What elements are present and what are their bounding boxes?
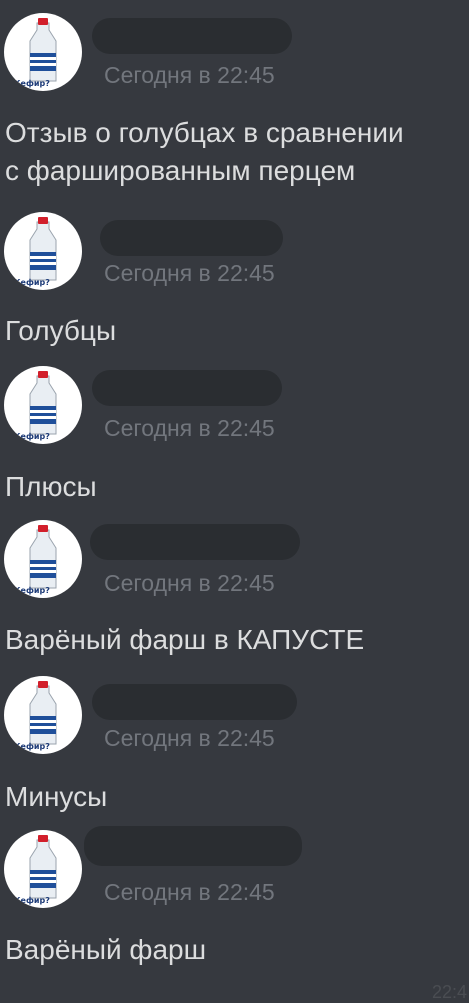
svg-text:Кефир?: Кефир? — [14, 79, 50, 88]
message-feed: Кефир? Сегодня в 22:45 Отзыв о голубцах … — [0, 0, 469, 1002]
message-timestamp: Сегодня в 22:45 — [104, 725, 275, 751]
message-text: Варёный фарш — [5, 934, 207, 965]
svg-text:Кефир?: Кефир? — [14, 742, 50, 751]
kefir-bottle-icon: Кефир? — [14, 681, 57, 751]
redacted-username[interactable] — [92, 370, 282, 406]
kefir-bottle-icon: Кефир? — [14, 217, 57, 287]
message-timestamp: Сегодня в 22:45 — [104, 62, 275, 88]
kefir-bottle-icon: Кефир? — [14, 18, 57, 88]
svg-text:Кефир?: Кефир? — [14, 432, 50, 441]
svg-text:Кефир?: Кефир? — [14, 278, 50, 287]
user-avatar[interactable]: Кефир? — [4, 13, 82, 91]
message-timestamp: Сегодня в 22:45 — [104, 879, 275, 905]
user-avatar[interactable]: Кефир? — [4, 830, 82, 908]
redacted-username[interactable] — [92, 684, 297, 720]
message-timestamp: Сегодня в 22:45 — [104, 260, 275, 286]
user-avatar[interactable]: Кефир? — [4, 520, 82, 598]
message-text: Плюсы — [5, 471, 97, 502]
kefir-bottle-icon: Кефир? — [14, 371, 57, 441]
message-timestamp: Сегодня в 22:45 — [104, 570, 275, 596]
user-avatar[interactable]: Кефир? — [4, 212, 82, 290]
redacted-username[interactable] — [84, 826, 302, 866]
message-text: Голубцы — [5, 315, 117, 346]
redacted-username[interactable] — [90, 524, 300, 560]
user-avatar[interactable]: Кефир? — [4, 366, 82, 444]
message-text: Варёный фарш в КАПУСТЕ — [5, 624, 365, 655]
svg-text:Кефир?: Кефир? — [14, 586, 50, 595]
redacted-username[interactable] — [92, 18, 292, 54]
user-avatar[interactable]: Кефир? — [4, 676, 82, 754]
kefir-bottle-icon: Кефир? — [14, 835, 57, 905]
kefir-bottle-icon: Кефир? — [14, 525, 57, 595]
message-text: Отзыв о голубцах в сравнении с фарширова… — [5, 117, 404, 186]
message-text: Минусы — [5, 781, 108, 812]
redacted-username[interactable] — [100, 220, 283, 256]
message-timestamp: Сегодня в 22:45 — [104, 415, 275, 441]
svg-text:Кефир?: Кефир? — [14, 896, 50, 905]
